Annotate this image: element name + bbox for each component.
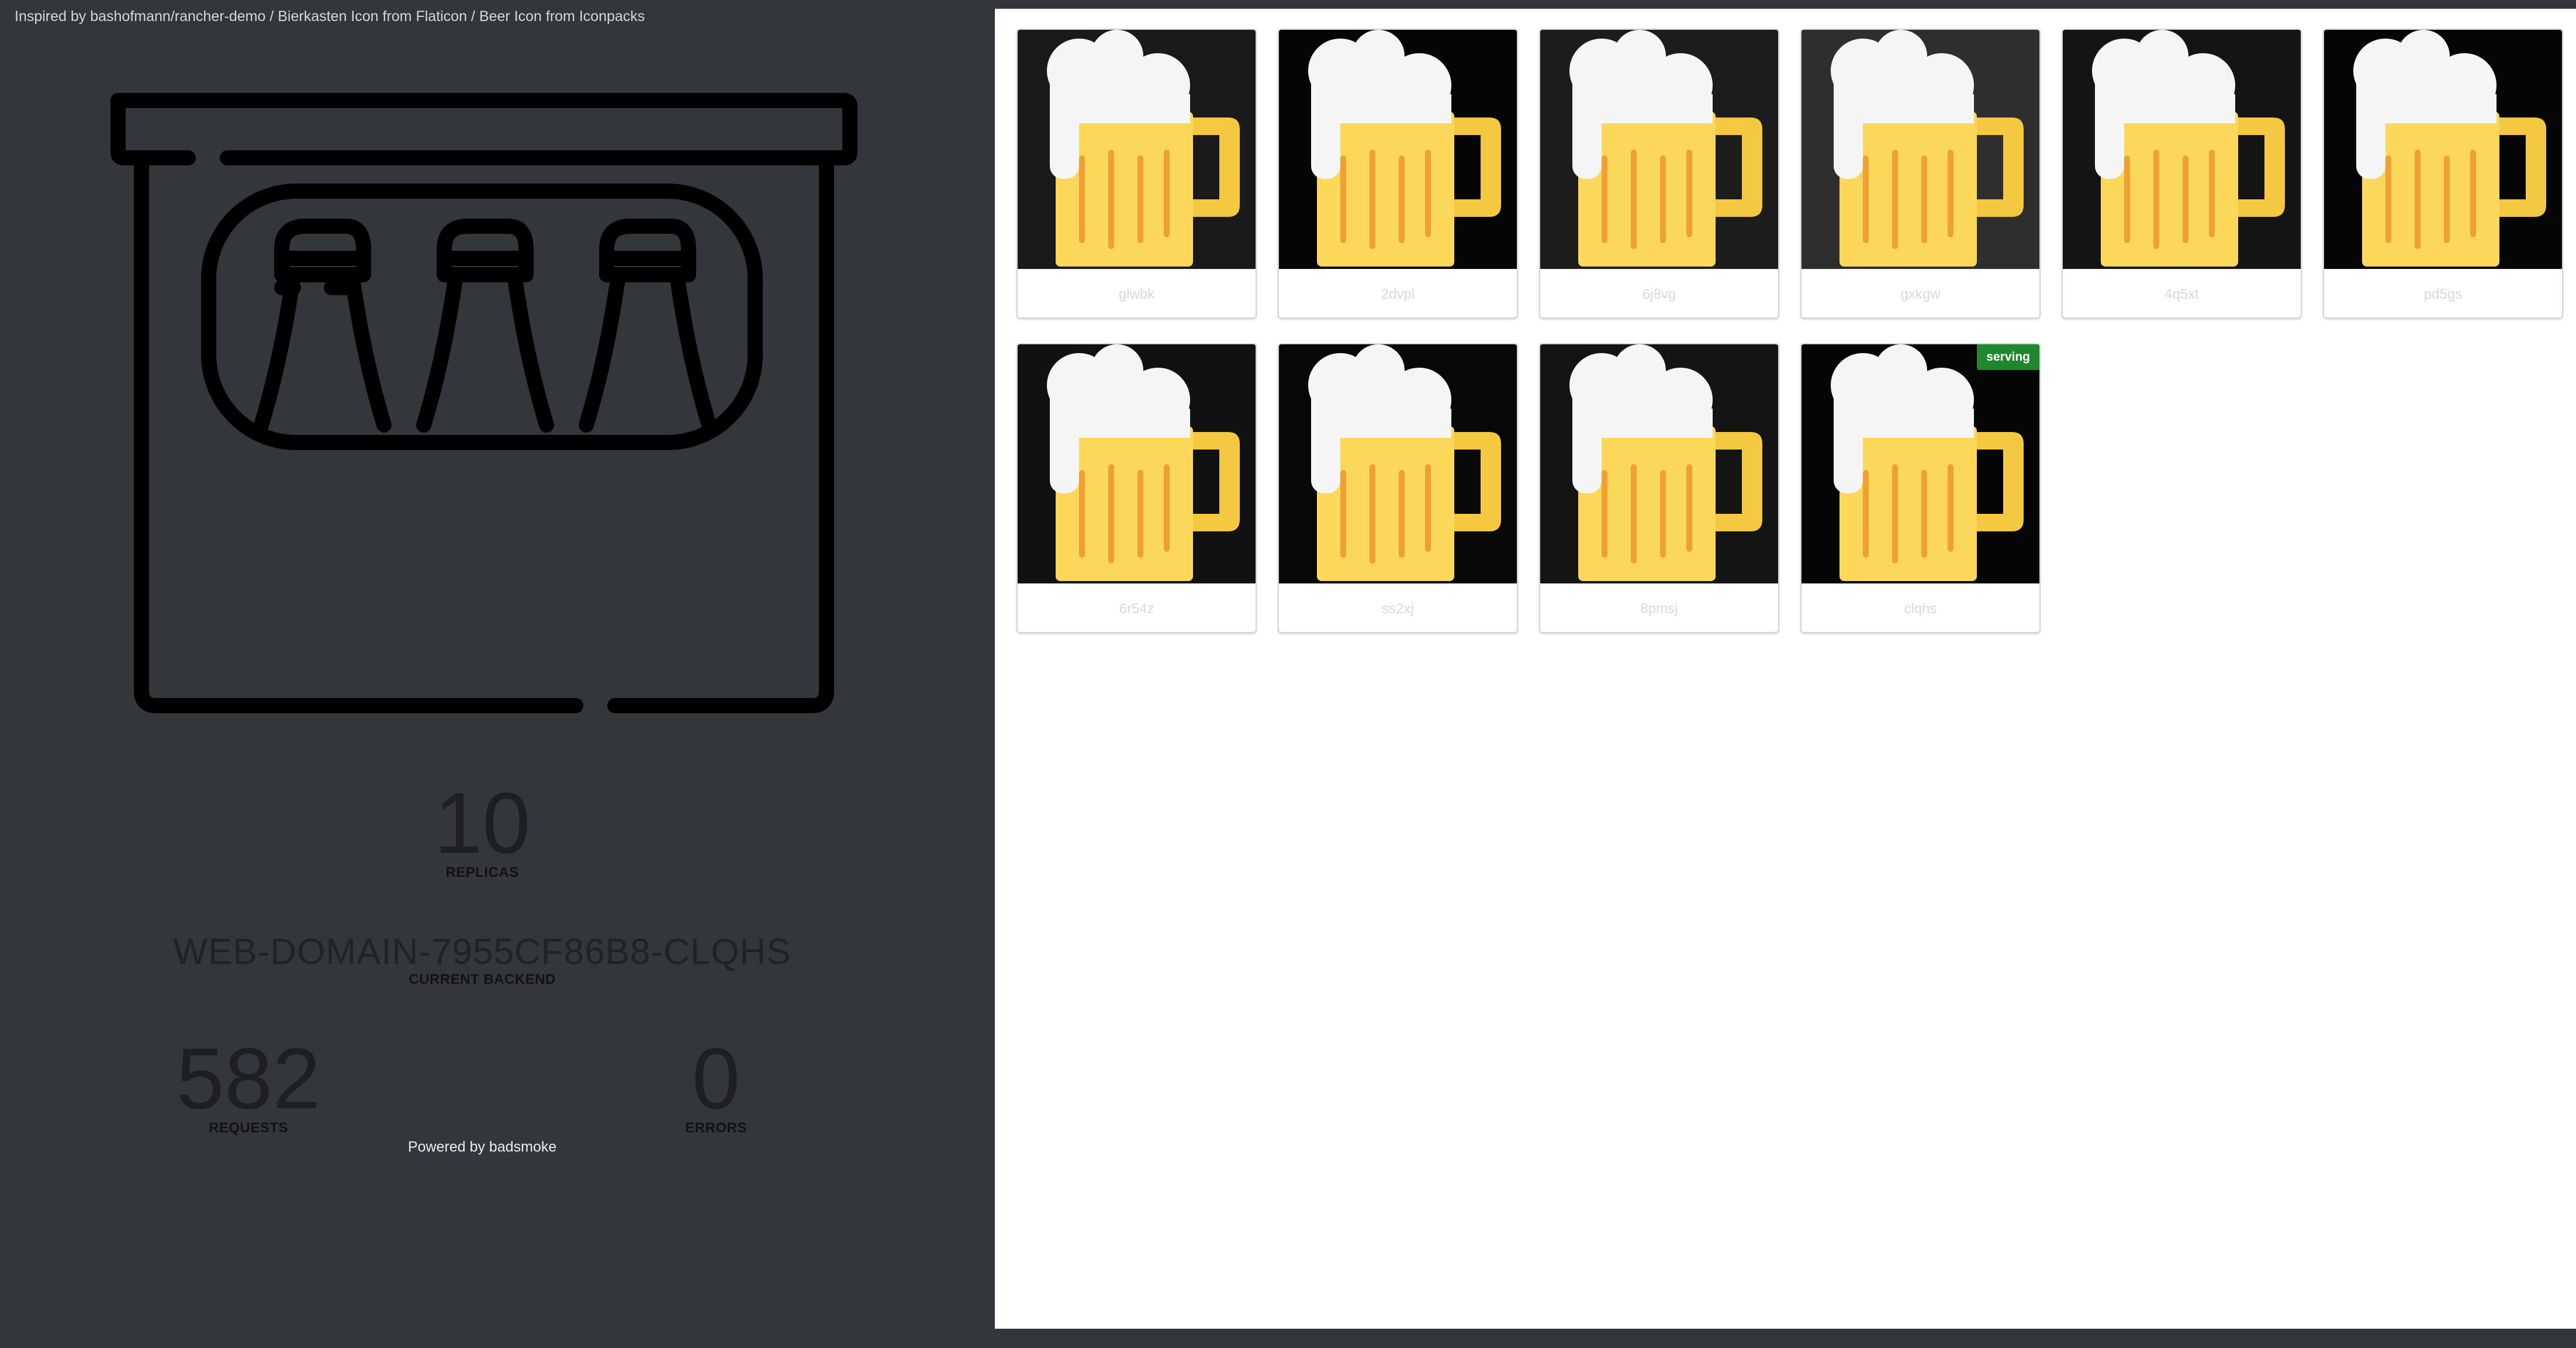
replica-card-image [1018, 344, 1256, 583]
replica-card-name: 8pmsj [1540, 583, 1778, 632]
replicas-value: 10 [434, 775, 531, 872]
replica-card-name: 6r54z [1018, 583, 1256, 632]
replica-card-name: clqhs [1802, 583, 2039, 632]
beer-mug-icon [1018, 344, 1256, 583]
current-backend-stat: WEB-DOMAIN-7955CF86B8-CLQHS CURRENT BACK… [117, 934, 848, 988]
beer-mug-icon [2324, 30, 2562, 269]
beer-mug-icon [1802, 344, 2039, 583]
beer-mug-icon [1802, 30, 2039, 269]
replica-card-image [2063, 30, 2301, 269]
powered-by-text: Powered by badsmoke [407, 1139, 557, 1155]
replica-card-image [1279, 344, 1517, 583]
replica-card[interactable]: pd5gs [2323, 29, 2563, 319]
errors-value: 0 [691, 1031, 741, 1127]
errors-label: ERRORS [685, 1120, 747, 1136]
replica-card-name: glwbk [1018, 269, 1256, 317]
replica-card-image [1802, 344, 2039, 583]
beer-mug-icon [1018, 30, 1256, 269]
replica-card[interactable]: ss2xj [1278, 343, 1518, 633]
requests-label: REQUESTS [208, 1120, 289, 1136]
replica-card-image [1540, 30, 1778, 269]
replicas-stat: 10 REPLICAS [365, 780, 599, 881]
requests-stat: 582 REQUESTS [132, 1036, 365, 1136]
replica-card[interactable]: 2dvpl [1278, 29, 1518, 319]
replica-card[interactable]: gxkgw [1800, 29, 2041, 319]
replica-card-name: 6j8vg [1540, 269, 1778, 317]
replica-card-image [1018, 30, 1256, 269]
replica-card-image [1540, 344, 1778, 583]
current-backend-label: CURRENT BACKEND [409, 972, 556, 987]
beer-mug-icon [2063, 30, 2301, 269]
replica-card-name: ss2xj [1279, 583, 1517, 632]
replica-card[interactable]: 6j8vg [1539, 29, 1779, 319]
replica-card-name: gxkgw [1802, 269, 2039, 317]
dashboard-panel: Inspired by bashofmann/rancher-demo / Bi… [0, 0, 994, 1348]
beer-crate-icon [106, 89, 857, 717]
replica-cards-panel: glwbk 2dvpl 6j8vg gxkgw 4q5xt pd5gs 6r54… [995, 9, 2576, 1329]
replica-card-name: pd5gs [2324, 269, 2562, 317]
requests-value: 582 [176, 1031, 321, 1127]
replica-card-image [1279, 30, 1517, 269]
current-backend-value: WEB-DOMAIN-7955CF86B8-CLQHS [173, 932, 791, 972]
replica-card[interactable]: 6r54z [1016, 343, 1257, 633]
replica-card[interactable]: glwbk [1016, 29, 1257, 319]
credits-text: Inspired by bashofmann/rancher-demo / Bi… [15, 8, 645, 25]
beer-mug-icon [1540, 30, 1778, 269]
replica-card-image [2324, 30, 2562, 269]
replica-card-image [1802, 30, 2039, 269]
replica-card-name: 4q5xt [2063, 269, 2301, 317]
errors-stat: 0 ERRORS [599, 1036, 833, 1136]
replica-card[interactable]: 4q5xt [2062, 29, 2302, 319]
beer-mug-icon [1540, 344, 1778, 583]
replica-card-name: 2dvpl [1279, 269, 1517, 317]
beer-mug-icon [1279, 30, 1517, 269]
replicas-label: REPLICAS [445, 865, 519, 880]
replica-card[interactable]: 8pmsj [1539, 343, 1779, 633]
replica-card[interactable]: clqhs serving [1800, 343, 2041, 633]
serving-badge: serving [1977, 344, 2039, 370]
beer-mug-icon [1279, 344, 1517, 583]
